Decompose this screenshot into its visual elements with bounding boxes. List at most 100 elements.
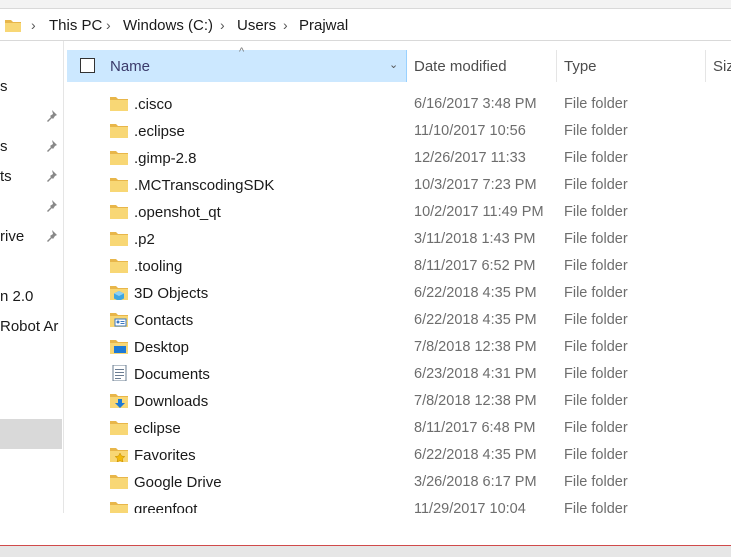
file-name: Documents xyxy=(134,366,210,383)
breadcrumb-this-pc[interactable]: This PC xyxy=(49,17,102,34)
chevron-down-icon[interactable]: ⌄ xyxy=(389,58,398,71)
file-type: File folder xyxy=(564,258,628,274)
file-date-modified: 7/8/2018 12:38 PM xyxy=(414,339,537,355)
table-row[interactable]: Downloads 7/8/2018 12:38 PM File folder xyxy=(67,388,731,415)
file-date-modified: 6/16/2017 3:48 PM xyxy=(414,96,537,112)
file-name: Downloads xyxy=(134,393,209,410)
pin-icon[interactable] xyxy=(44,169,58,183)
file-name: greenfoot xyxy=(134,501,198,513)
file-date-modified: 6/22/2018 4:35 PM xyxy=(414,447,537,463)
file-name: eclipse xyxy=(134,420,181,437)
column-separator[interactable] xyxy=(705,50,706,82)
table-row[interactable]: .p2 3/11/2018 1:43 PM File folder xyxy=(67,226,731,253)
file-type: File folder xyxy=(564,393,628,409)
breadcrumb-users[interactable]: Users xyxy=(237,17,276,34)
breadcrumb-separator: › xyxy=(31,17,36,33)
table-row[interactable]: .eclipse 11/10/2017 10:56 File folder xyxy=(67,118,731,145)
file-date-modified: 8/11/2017 6:52 PM xyxy=(414,258,536,274)
folder-icon xyxy=(110,151,128,165)
file-date-modified: 3/11/2018 1:43 PM xyxy=(414,231,536,247)
contacts-icon xyxy=(110,313,128,327)
nav-item-label[interactable]: ts xyxy=(0,168,12,185)
file-name: .p2 xyxy=(134,231,155,248)
file-name: Google Drive xyxy=(134,474,222,491)
select-all-checkbox[interactable] xyxy=(80,58,95,73)
folder-icon xyxy=(110,178,128,192)
file-date-modified: 12/26/2017 11:33 xyxy=(414,150,526,166)
status-area xyxy=(0,513,731,545)
file-name: .gimp-2.8 xyxy=(134,150,197,167)
file-type: File folder xyxy=(564,123,628,139)
breadcrumb-separator[interactable]: › xyxy=(220,17,225,33)
pin-icon[interactable] xyxy=(44,109,58,123)
table-row[interactable]: .openshot_qt 10/2/2017 11:49 PM File folde… xyxy=(67,199,731,226)
table-row[interactable]: Favorites 6/22/2018 4:35 PM File folder xyxy=(67,442,731,469)
nav-item-label[interactable]: s xyxy=(0,78,8,95)
folder-icon xyxy=(110,259,128,273)
file-date-modified: 6/23/2018 4:31 PM xyxy=(414,366,537,382)
file-list[interactable]: .cisco 6/16/2017 3:48 PM File folder .eclip… xyxy=(67,91,731,513)
column-size-header[interactable]: Siz xyxy=(713,58,731,75)
pin-icon[interactable] xyxy=(44,199,58,213)
column-type-header[interactable]: Type xyxy=(564,58,597,75)
file-type: File folder xyxy=(564,312,628,328)
table-row[interactable]: .gimp-2.8 12/26/2017 11:33 File folder xyxy=(67,145,731,172)
nav-item-label[interactable]: Robot Ar xyxy=(0,318,58,335)
folder-icon xyxy=(5,20,21,32)
breadcrumb-separator[interactable]: › xyxy=(106,17,111,33)
pin-icon[interactable] xyxy=(44,139,58,153)
file-type: File folder xyxy=(564,285,628,301)
nav-item-label[interactable]: s xyxy=(0,138,8,155)
nav-item-label[interactable]: rive xyxy=(0,228,24,245)
file-name: Contacts xyxy=(134,312,194,329)
file-type: File folder xyxy=(564,420,628,436)
favorites-icon xyxy=(110,448,128,462)
file-name: Desktop xyxy=(134,339,190,356)
breadcrumb-windows-c[interactable]: Windows (C:) xyxy=(123,17,213,34)
table-row[interactable]: Google Drive 3/26/2018 6:17 PM File folder xyxy=(67,469,731,496)
column-name-label: Name xyxy=(110,58,151,75)
3d-objects-icon xyxy=(110,286,128,300)
file-name: .tooling xyxy=(134,258,183,275)
table-row[interactable]: .tooling 8/11/2017 6:52 PM File folder xyxy=(67,253,731,280)
breadcrumb-separator[interactable]: › xyxy=(283,17,288,33)
file-type: File folder xyxy=(564,447,628,463)
file-type: File folder xyxy=(564,204,628,220)
pin-icon[interactable] xyxy=(44,229,58,243)
table-row[interactable]: Documents 6/23/2018 4:31 PM File folder xyxy=(67,361,731,388)
file-date-modified: 8/11/2017 6:48 PM xyxy=(414,420,536,436)
column-name-header[interactable]: Name ^ ⌄ xyxy=(67,46,407,82)
table-row[interactable]: 3D Objects 6/22/2018 4:35 PM File folder xyxy=(67,280,731,307)
folder-icon xyxy=(110,124,128,138)
file-name: .MCTranscodingSDK xyxy=(134,177,275,194)
column-separator[interactable] xyxy=(556,50,557,82)
file-name: Favorites xyxy=(134,447,196,464)
table-row[interactable]: greenfoot 11/29/2017 10:04 File folder xyxy=(67,496,731,513)
folder-icon xyxy=(110,232,128,246)
nav-item-label[interactable]: n 2.0 xyxy=(0,288,33,305)
file-name: .cisco xyxy=(134,96,173,113)
file-name: .openshot_qt xyxy=(134,204,221,221)
file-date-modified: 10/3/2017 7:23 PM xyxy=(414,177,537,193)
file-date-modified: 11/10/2017 10:56 xyxy=(414,123,526,139)
file-date-modified: 7/8/2018 12:38 PM xyxy=(414,393,537,409)
column-date-header[interactable]: Date modified xyxy=(414,58,507,75)
folder-icon xyxy=(110,502,128,513)
nav-item-selected[interactable] xyxy=(0,419,62,449)
folder-icon xyxy=(110,421,128,435)
address-bar[interactable]: › This PC › Windows (C:) › Users › Prajw… xyxy=(0,8,731,41)
table-row[interactable]: .cisco 6/16/2017 3:48 PM File folder xyxy=(67,91,731,118)
pane-divider[interactable] xyxy=(63,41,64,513)
table-row[interactable]: eclipse 8/11/2017 6:48 PM File folder xyxy=(67,415,731,442)
table-row[interactable]: .MCTranscodingSDK 10/3/2017 7:23 PM File f… xyxy=(67,172,731,199)
table-row[interactable]: Contacts 6/22/2018 4:35 PM File folder xyxy=(67,307,731,334)
table-row[interactable]: Desktop 7/8/2018 12:38 PM File folder xyxy=(67,334,731,361)
navigation-pane[interactable]: s s ts rive n 2.0 Robot Ar xyxy=(0,41,62,513)
taskbar-edge xyxy=(0,546,731,557)
file-type: File folder xyxy=(564,177,628,193)
file-type: File folder xyxy=(564,366,628,382)
column-header: Name ^ ⌄ Date modified Type Siz xyxy=(67,46,731,82)
file-type: File folder xyxy=(564,474,628,490)
breadcrumb-prajwal[interactable]: Prajwal xyxy=(299,17,348,34)
folder-icon xyxy=(110,97,128,111)
